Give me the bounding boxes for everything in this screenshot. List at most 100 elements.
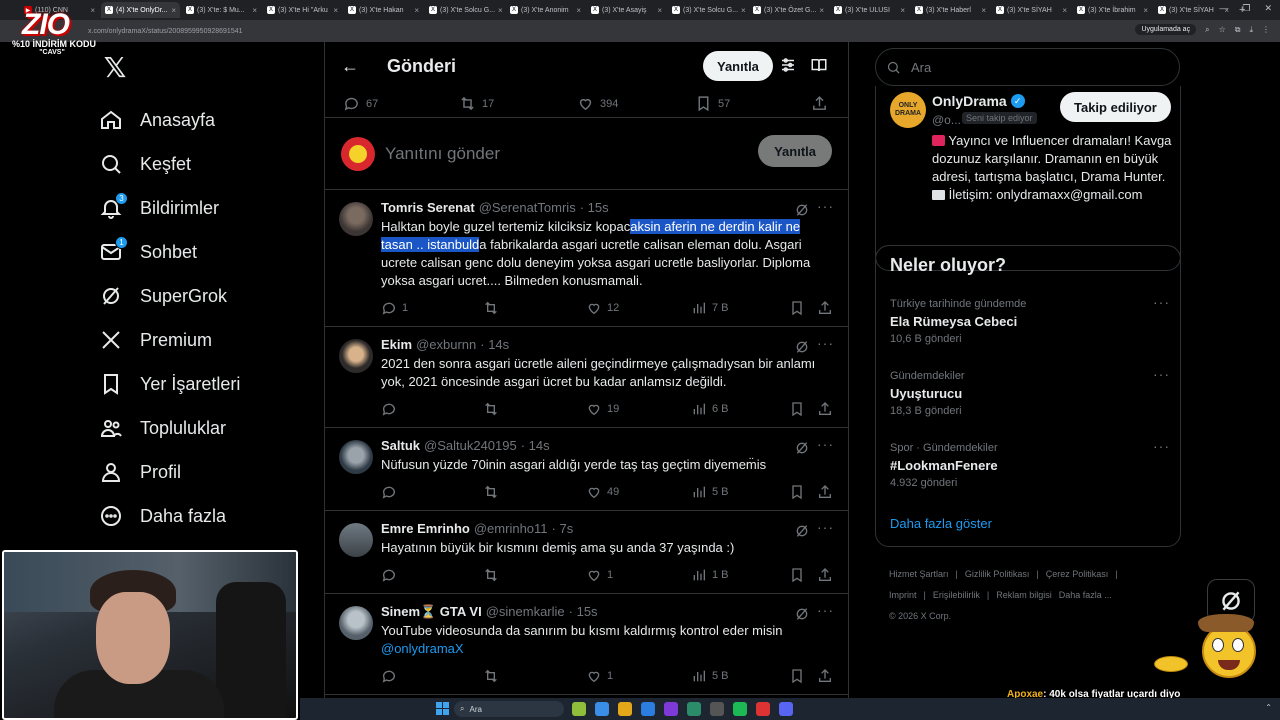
reader-view-icon[interactable] [810, 56, 828, 74]
reply-avatar[interactable] [339, 339, 373, 373]
trend-item[interactable]: Gündemdekiler Uyuşturucu 18,3 B gönderi ··· [890, 366, 1170, 417]
browser-tab[interactable]: X (3) X'te İbrahim × [1073, 2, 1152, 18]
browser-tab[interactable]: X (3) X'te: $ Mu... × [182, 2, 261, 18]
reply-time[interactable]: · 14s [480, 337, 509, 352]
explorer-icon[interactable] [618, 702, 632, 716]
filter-settings-icon[interactable] [779, 56, 797, 74]
reply-submit-button[interactable]: Yanıtla [758, 135, 832, 167]
browser-tab[interactable]: X (3) X'te ULUSI × [830, 2, 909, 18]
more-options-icon[interactable]: ··· [817, 335, 834, 351]
download-icon[interactable]: ⤓ [1249, 25, 1253, 35]
system-tray[interactable]: ⌃ [1265, 703, 1272, 712]
more-options-icon[interactable]: ··· [817, 198, 834, 214]
edge-icon[interactable] [641, 702, 655, 716]
reply-time[interactable]: · 7s [552, 521, 574, 536]
back-arrow-icon[interactable]: ← [341, 56, 365, 77]
footer-link[interactable]: Erişilebilirlik [933, 590, 980, 600]
reply-tweet[interactable]: Tomris Serenat @SerenatTomris · 15s ··· Halk… [325, 190, 848, 327]
zoom-icon[interactable]: ⌕ [1205, 25, 1209, 35]
browser-tab[interactable]: X (3) X'te Asayiş × [587, 2, 666, 18]
reply-avatar[interactable] [339, 606, 373, 640]
share-action[interactable] [817, 567, 833, 583]
nav-item-4[interactable]: SuperGrok [98, 274, 318, 318]
views-action[interactable]: 1 B [691, 567, 729, 583]
app-icon[interactable] [664, 702, 678, 716]
close-tab-icon[interactable]: × [252, 6, 257, 15]
trend-more-icon[interactable]: ··· [1153, 438, 1170, 454]
share-action[interactable] [817, 668, 833, 684]
spotify-icon[interactable] [733, 702, 747, 716]
app-icon[interactable] [687, 702, 701, 716]
reply-author-name[interactable]: Emre Emrinho [381, 521, 470, 536]
footer-link[interactable]: Hizmet Şartları [889, 569, 949, 579]
mention-link[interactable]: @onlydramaX [381, 641, 464, 656]
nav-item-2[interactable]: 3 Bildirimler [98, 186, 318, 230]
chrome-icon[interactable] [595, 702, 609, 716]
browser-tab[interactable]: X (3) X'te SİYAH × [992, 2, 1071, 18]
reply-time[interactable]: · 15s [569, 604, 598, 619]
reply-author-handle[interactable]: @exburnn [416, 337, 476, 352]
close-tab-icon[interactable]: × [657, 6, 662, 15]
heart-action[interactable]: 1 [586, 567, 613, 583]
reply-tweet[interactable]: Emre Emrinho @emrinho11 · 7s ··· Hayatının b… [325, 511, 848, 594]
reply-avatar[interactable] [339, 523, 373, 557]
close-tab-icon[interactable]: × [498, 6, 503, 15]
nav-item-1[interactable]: Keşfet [98, 142, 318, 186]
reply-action[interactable] [381, 401, 397, 417]
more-options-icon[interactable]: ··· [817, 436, 834, 452]
nav-item-6[interactable]: Yer İşaretleri [98, 362, 318, 406]
reply-tweet[interactable]: Sinem⏳ GTA VI @sinemkarlie · 15s ··· YouTube… [325, 594, 848, 695]
reply-avatar[interactable] [339, 202, 373, 236]
views-action[interactable]: 7 B [691, 300, 729, 316]
discord-icon[interactable] [779, 702, 793, 716]
repost-action[interactable] [483, 668, 499, 684]
close-tab-icon[interactable]: × [900, 6, 905, 15]
nav-item-0[interactable]: Anasayfa [98, 98, 318, 142]
close-window-icon[interactable]: ✕ [1264, 3, 1272, 14]
nav-item-7[interactable]: Topluluklar [98, 406, 318, 450]
following-button[interactable]: Takip ediliyor [1060, 92, 1171, 122]
reply-author-name[interactable]: Ekim [381, 337, 412, 352]
share-stat[interactable] [811, 95, 828, 112]
bookmark-action[interactable] [789, 401, 805, 417]
views-action[interactable]: 5 B [691, 668, 729, 684]
heart-action[interactable]: 19 [586, 401, 619, 417]
browser-tab[interactable]: X (3) X'te Anonim × [506, 2, 585, 18]
grok-explain-icon[interactable] [794, 440, 810, 456]
grok-explain-icon[interactable] [794, 523, 810, 539]
heart-action[interactable]: 12 [586, 300, 619, 316]
close-tab-icon[interactable]: × [819, 6, 824, 15]
bookmark-action[interactable] [789, 484, 805, 500]
bookmark-stat[interactable]: 57 [695, 95, 730, 112]
browser-tab[interactable]: X (3) X'te Hi "Arku × [263, 2, 342, 18]
reply-action[interactable] [381, 567, 397, 583]
my-avatar[interactable] [341, 136, 375, 171]
reply-tweet[interactable]: Ekim @exburnn · 14s ··· 2021 den sonra asgar… [325, 327, 848, 428]
x-logo-icon[interactable]: 𝕏 [100, 52, 130, 83]
nav-item-8[interactable]: Profil [98, 450, 318, 494]
close-tab-icon[interactable]: × [171, 6, 176, 15]
nav-item-3[interactable]: 1 Sohbet [98, 230, 318, 274]
trend-more-icon[interactable]: ··· [1153, 294, 1170, 310]
reply-action[interactable]: 1 [381, 300, 408, 316]
close-tab-icon[interactable]: × [333, 6, 338, 15]
extensions-icon[interactable]: ⧉ [1235, 25, 1241, 35]
menu-dots-icon[interactable]: ⋮ [1262, 25, 1270, 34]
profile-name[interactable]: OnlyDrama ✓ [932, 93, 1025, 109]
url-field[interactable]: x.com/onlydramaX/status/2008959950928691… [88, 28, 243, 35]
reply-button-header[interactable]: Yanıtla [703, 51, 773, 81]
footer-link[interactable]: Gizlilik Politikası [965, 569, 1030, 579]
browser-tab[interactable]: X (3) X'te Solcu G... × [668, 2, 747, 18]
trend-more-icon[interactable]: ··· [1153, 366, 1170, 382]
search-input[interactable]: Ara [911, 60, 931, 75]
bookmark-action[interactable] [789, 567, 805, 583]
browser-tab[interactable]: X (4) X'te OnlyDr... × [101, 2, 180, 18]
show-more-link[interactable]: Daha fazla göster [890, 516, 992, 531]
nav-item-5[interactable]: Premium [98, 318, 318, 362]
reply-time[interactable]: · 14s [521, 438, 550, 453]
browser-tab[interactable]: X (3) X'te Hakan × [344, 2, 423, 18]
reply-stat[interactable]: 67 [343, 95, 378, 112]
repost-action[interactable] [483, 567, 499, 583]
trend-item[interactable]: Türkiye tarihinde gündemde Ela Rümeysa Ce… [890, 294, 1170, 345]
browser-tab[interactable]: X (3) X'te Solcu G... × [425, 2, 504, 18]
